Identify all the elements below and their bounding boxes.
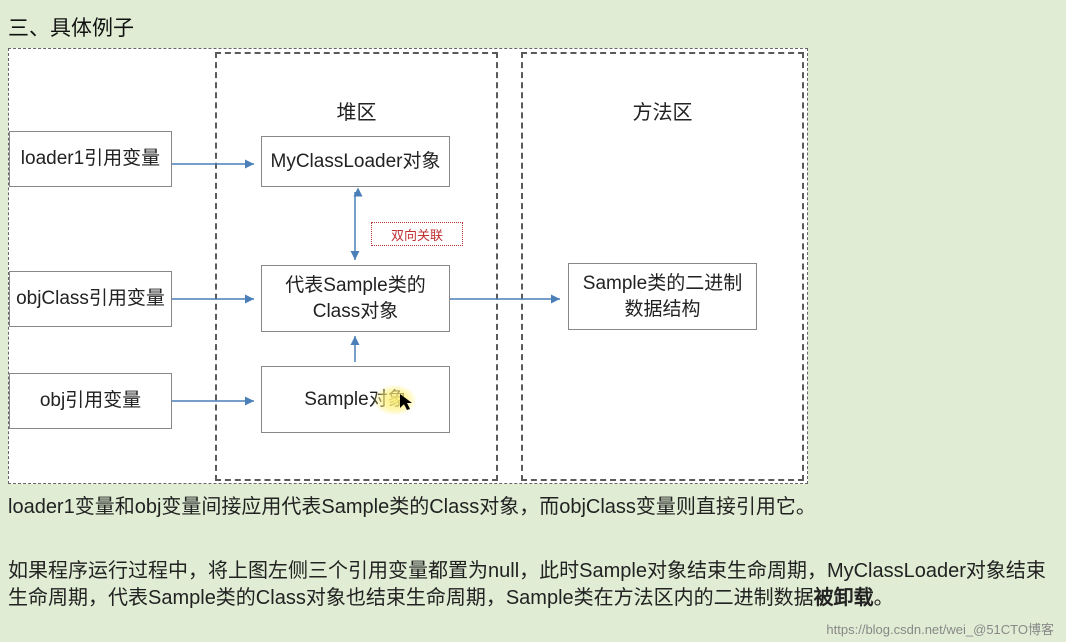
box-myclassloader-obj: MyClassLoader对象 — [261, 136, 450, 187]
watermark-text: https://blog.csdn.net/wei_@51CTO博客 — [826, 619, 1054, 638]
box-class-obj-line1: 代表Sample类的 — [285, 275, 425, 296]
box-class-obj: 代表Sample类的 Class对象 — [261, 265, 450, 332]
para2-bold: 被卸载 — [814, 587, 874, 609]
arrow-mcl-class-bidir — [347, 188, 363, 264]
arrow-loader1-to-mcl — [172, 159, 261, 169]
box-obj-var: obj引用变量 — [9, 373, 172, 429]
arrow-class-to-binary — [450, 294, 568, 304]
box-binary-line1: Sample类的二进制 — [583, 273, 742, 294]
method-region-title: 方法区 — [523, 96, 802, 125]
arrow-obj-to-sample — [172, 396, 261, 406]
arrow-sample-to-class — [347, 332, 363, 366]
box-loader1-var: loader1引用变量 — [9, 131, 172, 187]
section-heading: 三、具体例子 — [8, 12, 134, 42]
box-sample-obj: Sample对象 — [261, 366, 450, 433]
box-binary-data: Sample类的二进制 数据结构 — [568, 263, 757, 330]
para2-part-c: 。 — [874, 587, 894, 609]
diagram-container: 堆区 方法区 loader1引用变量 objClass引用变量 obj引用变量 … — [8, 48, 808, 484]
explanation-paragraph-2: 如果程序运行过程中，将上图左侧三个引用变量都置为null，此时Sample对象结… — [8, 558, 1048, 612]
box-class-obj-line2: Class对象 — [313, 301, 399, 322]
explanation-paragraph-1: loader1变量和obj变量间接应用代表Sample类的Class对象，而ob… — [8, 494, 1048, 521]
box-objclass-var: objClass引用变量 — [9, 271, 172, 327]
arrow-objclass-to-class — [172, 294, 261, 304]
box-binary-line2: 数据结构 — [624, 299, 700, 320]
heap-region-title: 堆区 — [217, 96, 496, 125]
bidirectional-assoc-label: 双向关联 — [371, 222, 463, 246]
